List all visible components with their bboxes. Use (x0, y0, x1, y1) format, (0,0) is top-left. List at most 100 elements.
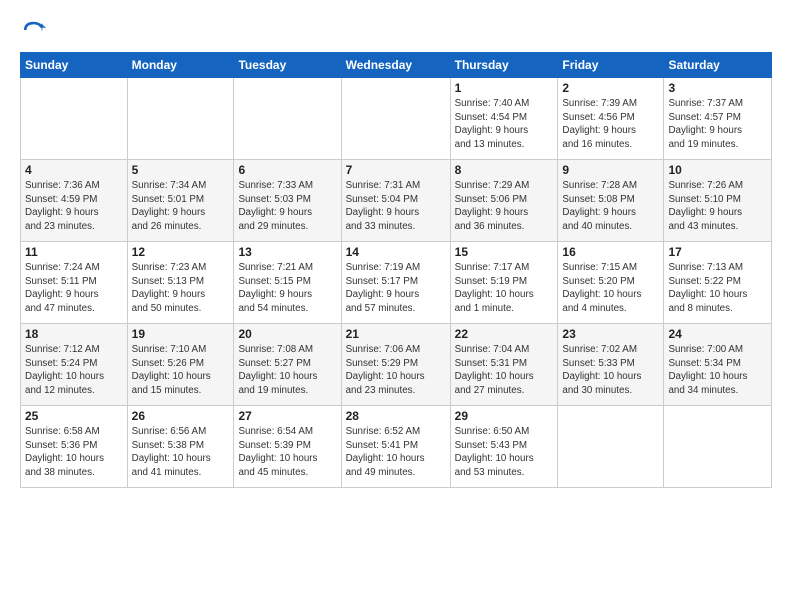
calendar-cell: 12 Sunrise: 7:23 AMSunset: 5:13 PMDayligh… (127, 242, 234, 324)
day-number: 16 (562, 245, 659, 259)
day-number: 14 (346, 245, 446, 259)
calendar-page: SundayMondayTuesdayWednesdayThursdayFrid… (0, 0, 792, 612)
day-number: 12 (132, 245, 230, 259)
calendar-cell (341, 78, 450, 160)
logo (20, 16, 52, 44)
day-info: Sunrise: 7:10 AMSunset: 5:26 PMDaylight:… (132, 343, 230, 398)
page-header (20, 16, 772, 44)
day-number: 8 (455, 163, 554, 177)
day-number: 19 (132, 327, 230, 341)
day-number: 4 (25, 163, 123, 177)
day-number: 7 (346, 163, 446, 177)
day-info: Sunrise: 6:58 AMSunset: 5:36 PMDaylight:… (25, 425, 123, 480)
calendar-cell: 14 Sunrise: 7:19 AMSunset: 5:17 PMDayligh… (341, 242, 450, 324)
calendar-week-0: 1 Sunrise: 7:40 AMSunset: 4:54 PMDaylight… (21, 78, 772, 160)
day-info: Sunrise: 7:19 AMSunset: 5:17 PMDaylight:… (346, 261, 446, 316)
calendar-cell (234, 78, 341, 160)
day-number: 5 (132, 163, 230, 177)
day-number: 27 (238, 409, 336, 423)
day-info: Sunrise: 7:34 AMSunset: 5:01 PMDaylight:… (132, 179, 230, 234)
day-number: 9 (562, 163, 659, 177)
calendar-cell: 26Sunrise: 6:56 AMSunset: 5:38 PMDayligh… (127, 406, 234, 488)
day-info: Sunrise: 7:31 AMSunset: 5:04 PMDaylight:… (346, 179, 446, 234)
day-info: Sunrise: 7:02 AMSunset: 5:33 PMDaylight:… (562, 343, 659, 398)
calendar-week-2: 11 Sunrise: 7:24 AMSunset: 5:11 PMDayligh… (21, 242, 772, 324)
day-number: 24 (668, 327, 767, 341)
day-info: Sunrise: 7:28 AMSunset: 5:08 PMDaylight:… (562, 179, 659, 234)
calendar-cell: 27 Sunrise: 6:54 AMSunset: 5:39 PMDayligh… (234, 406, 341, 488)
calendar-cell: 1 Sunrise: 7:40 AMSunset: 4:54 PMDaylight… (450, 78, 558, 160)
day-number: 23 (562, 327, 659, 341)
calendar-cell: 20 Sunrise: 7:08 AMSunset: 5:27 PMDayligh… (234, 324, 341, 406)
calendar-cell: 13Sunrise: 7:21 AMSunset: 5:15 PMDayligh… (234, 242, 341, 324)
calendar-cell: 22Sunrise: 7:04 AMSunset: 5:31 PMDayligh… (450, 324, 558, 406)
day-number: 1 (455, 81, 554, 95)
day-info: Sunrise: 7:24 AMSunset: 5:11 PMDaylight:… (25, 261, 123, 316)
calendar-cell: 21 Sunrise: 7:06 AMSunset: 5:29 PMDayligh… (341, 324, 450, 406)
calendar-cell: 5 Sunrise: 7:34 AMSunset: 5:01 PMDaylight… (127, 160, 234, 242)
day-info: Sunrise: 7:15 AMSunset: 5:20 PMDaylight:… (562, 261, 659, 316)
calendar-cell: 19 Sunrise: 7:10 AMSunset: 5:26 PMDayligh… (127, 324, 234, 406)
calendar-cell: 23 Sunrise: 7:02 AMSunset: 5:33 PMDayligh… (558, 324, 664, 406)
day-number: 22 (455, 327, 554, 341)
day-number: 29 (455, 409, 554, 423)
day-info: Sunrise: 7:00 AMSunset: 5:34 PMDaylight:… (668, 343, 767, 398)
day-number: 21 (346, 327, 446, 341)
calendar-cell: 7 Sunrise: 7:31 AMSunset: 5:04 PMDaylight… (341, 160, 450, 242)
day-info: Sunrise: 6:52 AMSunset: 5:41 PMDaylight:… (346, 425, 446, 480)
calendar-week-4: 25 Sunrise: 6:58 AMSunset: 5:36 PMDayligh… (21, 406, 772, 488)
calendar-cell: 9 Sunrise: 7:28 AMSunset: 5:08 PMDaylight… (558, 160, 664, 242)
day-number: 20 (238, 327, 336, 341)
day-info: Sunrise: 7:29 AMSunset: 5:06 PMDaylight:… (455, 179, 554, 234)
calendar-cell (127, 78, 234, 160)
calendar-cell: 2 Sunrise: 7:39 AMSunset: 4:56 PMDaylight… (558, 78, 664, 160)
calendar-cell: 6Sunrise: 7:33 AMSunset: 5:03 PMDaylight… (234, 160, 341, 242)
day-info: Sunrise: 6:54 AMSunset: 5:39 PMDaylight:… (238, 425, 336, 480)
calendar-cell: 11 Sunrise: 7:24 AMSunset: 5:11 PMDayligh… (21, 242, 128, 324)
calendar-cell (21, 78, 128, 160)
calendar-cell: 4 Sunrise: 7:36 AMSunset: 4:59 PMDaylight… (21, 160, 128, 242)
calendar-cell (664, 406, 772, 488)
day-number: 3 (668, 81, 767, 95)
calendar-cell: 3 Sunrise: 7:37 AMSunset: 4:57 PMDaylight… (664, 78, 772, 160)
weekday-header-friday: Friday (558, 53, 664, 78)
day-info: Sunrise: 7:26 AMSunset: 5:10 PMDaylight:… (668, 179, 767, 234)
calendar-cell: 16 Sunrise: 7:15 AMSunset: 5:20 PMDayligh… (558, 242, 664, 324)
day-number: 10 (668, 163, 767, 177)
day-info: Sunrise: 7:08 AMSunset: 5:27 PMDaylight:… (238, 343, 336, 398)
calendar-cell: 28 Sunrise: 6:52 AMSunset: 5:41 PMDayligh… (341, 406, 450, 488)
calendar-cell: 15Sunrise: 7:17 AMSunset: 5:19 PMDayligh… (450, 242, 558, 324)
weekday-header-tuesday: Tuesday (234, 53, 341, 78)
day-info: Sunrise: 7:12 AMSunset: 5:24 PMDaylight:… (25, 343, 123, 398)
weekday-header-row: SundayMondayTuesdayWednesdayThursdayFrid… (21, 53, 772, 78)
day-info: Sunrise: 6:50 AMSunset: 5:43 PMDaylight:… (455, 425, 554, 480)
day-number: 18 (25, 327, 123, 341)
day-info: Sunrise: 7:13 AMSunset: 5:22 PMDaylight:… (668, 261, 767, 316)
weekday-header-sunday: Sunday (21, 53, 128, 78)
calendar-cell: 17 Sunrise: 7:13 AMSunset: 5:22 PMDayligh… (664, 242, 772, 324)
calendar-week-3: 18 Sunrise: 7:12 AMSunset: 5:24 PMDayligh… (21, 324, 772, 406)
day-number: 11 (25, 245, 123, 259)
calendar-week-1: 4 Sunrise: 7:36 AMSunset: 4:59 PMDaylight… (21, 160, 772, 242)
calendar-cell: 18 Sunrise: 7:12 AMSunset: 5:24 PMDayligh… (21, 324, 128, 406)
day-info: Sunrise: 7:21 AMSunset: 5:15 PMDaylight:… (238, 261, 336, 316)
day-number: 17 (668, 245, 767, 259)
day-number: 25 (25, 409, 123, 423)
calendar-cell (558, 406, 664, 488)
day-number: 28 (346, 409, 446, 423)
calendar-cell: 8 Sunrise: 7:29 AMSunset: 5:06 PMDaylight… (450, 160, 558, 242)
day-info: Sunrise: 6:56 AMSunset: 5:38 PMDaylight:… (132, 425, 230, 480)
logo-icon (20, 16, 48, 44)
day-info: Sunrise: 7:36 AMSunset: 4:59 PMDaylight:… (25, 179, 123, 234)
day-info: Sunrise: 7:23 AMSunset: 5:13 PMDaylight:… (132, 261, 230, 316)
day-info: Sunrise: 7:40 AMSunset: 4:54 PMDaylight:… (455, 97, 554, 152)
day-info: Sunrise: 7:37 AMSunset: 4:57 PMDaylight:… (668, 97, 767, 152)
day-number: 15 (455, 245, 554, 259)
weekday-header-wednesday: Wednesday (341, 53, 450, 78)
day-number: 2 (562, 81, 659, 95)
day-info: Sunrise: 7:39 AMSunset: 4:56 PMDaylight:… (562, 97, 659, 152)
weekday-header-thursday: Thursday (450, 53, 558, 78)
calendar-cell: 25 Sunrise: 6:58 AMSunset: 5:36 PMDayligh… (21, 406, 128, 488)
day-info: Sunrise: 7:06 AMSunset: 5:29 PMDaylight:… (346, 343, 446, 398)
calendar-cell: 10 Sunrise: 7:26 AMSunset: 5:10 PMDayligh… (664, 160, 772, 242)
